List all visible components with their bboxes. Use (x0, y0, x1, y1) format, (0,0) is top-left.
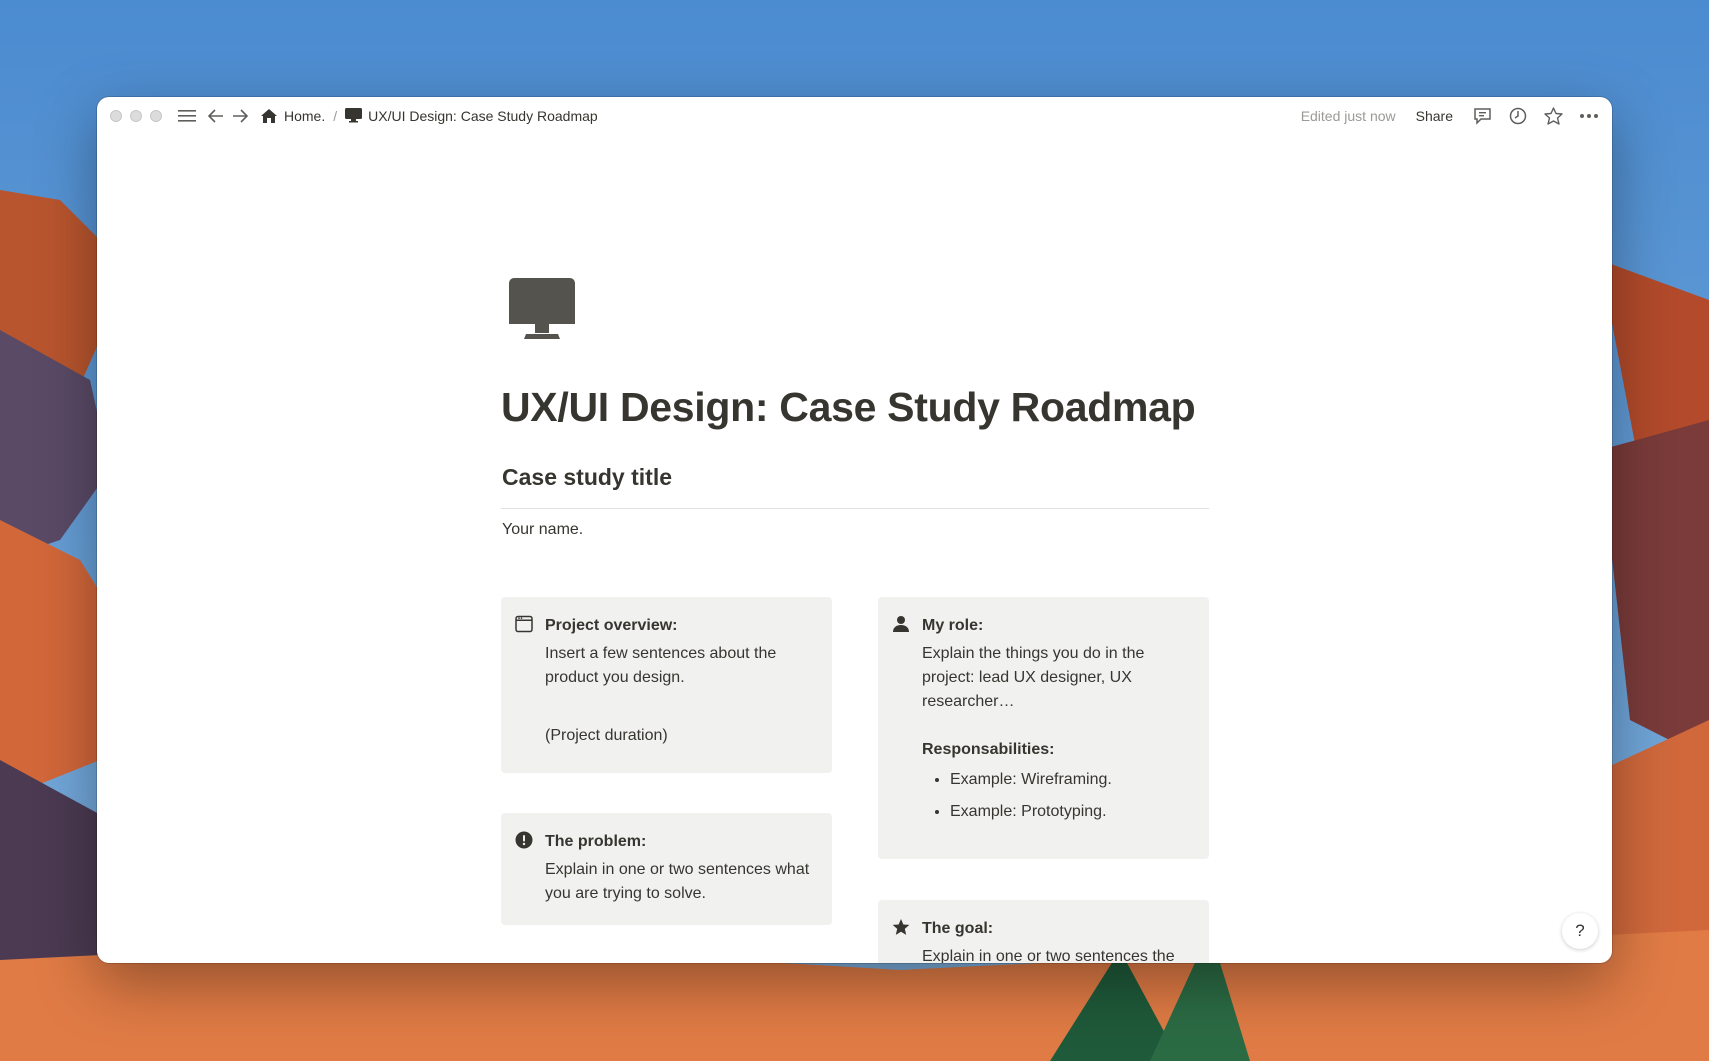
responsibilities-heading: Responsabilities: (922, 741, 1055, 758)
star-icon (892, 918, 910, 944)
callout-body: Insert a few sentences about the product… (545, 645, 777, 686)
zoom-window-button[interactable] (150, 109, 162, 122)
browser-window-icon (515, 615, 533, 641)
person-icon (892, 615, 910, 641)
back-arrow-icon[interactable] (208, 108, 224, 123)
section-heading[interactable]: Case study title (502, 464, 672, 491)
responsibilities-list: Example: Wireframing. Example: Prototypi… (922, 768, 1193, 824)
callout-my-role[interactable]: My role: Explain the things you do in th… (878, 597, 1209, 859)
desktop-computer-icon (345, 108, 363, 123)
callout-problem[interactable]: The problem: Explain in one or two sente… (501, 813, 832, 925)
exclamation-circle-icon (515, 831, 533, 857)
breadcrumb-home-label: Home. (284, 107, 326, 124)
more-options-icon[interactable] (1580, 113, 1598, 118)
home-icon (261, 108, 277, 123)
page-title[interactable]: UX/UI Design: Case Study Roadmap (501, 384, 1196, 431)
list-item[interactable]: Example: Wireframing. (950, 768, 1193, 792)
history-clock-icon[interactable] (1509, 107, 1527, 125)
callout-body: Explain in one or two sentences what you… (545, 861, 810, 902)
forward-arrow-icon[interactable] (232, 108, 248, 123)
callout-title: My role: (922, 617, 984, 634)
callout-goal[interactable]: The goal: Explain in one or two sentence… (878, 900, 1209, 963)
breadcrumb-separator: / (333, 107, 338, 124)
page-content: UX/UI Design: Case Study Roadmap Case st… (97, 134, 1612, 963)
window-controls (110, 109, 162, 122)
top-bar: Home. / UX/UI Design: Case Study Roadmap… (97, 97, 1612, 134)
callout-body: Explain the things you do in the project… (922, 645, 1145, 710)
sidebar-menu-icon[interactable] (178, 109, 196, 123)
favorite-star-icon[interactable] (1544, 106, 1563, 125)
list-item[interactable]: Example: Prototyping. (950, 800, 1193, 824)
callout-body: Explain in one or two sentences the goal… (922, 948, 1175, 963)
minimize-window-button[interactable] (130, 109, 142, 122)
heading-divider (501, 508, 1209, 509)
callout-project-overview[interactable]: Project overview: Insert a few sentences… (501, 597, 832, 773)
topbar-actions: Edited just now Share (1301, 97, 1598, 134)
project-duration-text: (Project duration) (545, 727, 668, 744)
callout-title: Project overview: (545, 617, 678, 634)
callout-title: The goal: (922, 920, 994, 937)
comment-icon[interactable] (1473, 107, 1492, 125)
callout-title: The problem: (545, 833, 647, 850)
breadcrumb-page-label: UX/UI Design: Case Study Roadmap (368, 107, 598, 124)
app-window: Home. / UX/UI Design: Case Study Roadmap… (97, 97, 1612, 963)
share-button[interactable]: Share (1416, 108, 1453, 124)
author-name-text[interactable]: Your name. (502, 521, 583, 539)
desktop-computer-icon (509, 278, 575, 339)
breadcrumb-home[interactable]: Home. (260, 108, 325, 124)
edited-status: Edited just now (1300, 107, 1396, 124)
close-window-button[interactable] (110, 109, 122, 122)
breadcrumb-page[interactable]: UX/UI Design: Case Study Roadmap (345, 108, 598, 124)
page-icon[interactable] (509, 278, 575, 347)
help-button[interactable]: ? (1562, 913, 1598, 949)
